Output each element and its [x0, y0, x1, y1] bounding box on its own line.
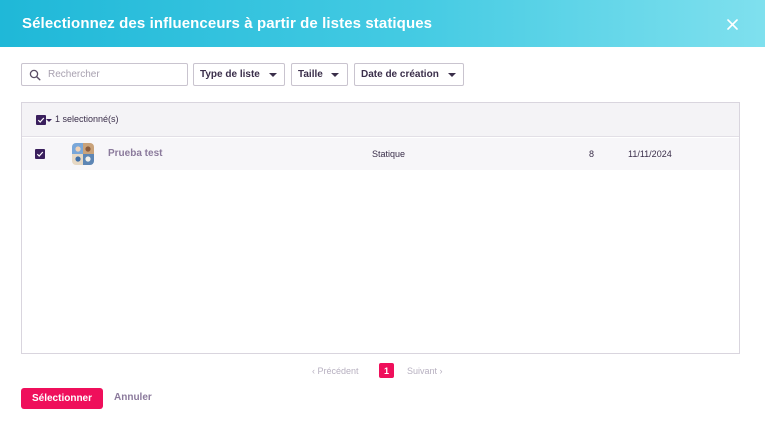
chevron-down-icon	[331, 73, 339, 77]
pagination-next-label: Suivant	[407, 366, 438, 376]
selected-count: 1 selectionné(s)	[55, 114, 119, 124]
table-row[interactable]: Prueba test Statique 8 11/11/2024	[22, 138, 739, 170]
filter-label: Taille	[298, 69, 323, 80]
modal-title: Sélectionnez des influenceurs à partir d…	[22, 15, 433, 32]
search-box	[21, 63, 188, 86]
filter-taille[interactable]: Taille	[291, 63, 348, 86]
row-checkbox[interactable]	[35, 149, 45, 159]
search-icon	[29, 69, 41, 81]
select-button[interactable]: Sélectionner	[21, 388, 103, 409]
filter-date-de-creation[interactable]: Date de création	[354, 63, 464, 86]
modal-header: Sélectionnez des influenceurs à partir d…	[0, 0, 765, 47]
select-menu-chevron-icon[interactable]	[46, 119, 52, 122]
search-input[interactable]	[48, 66, 184, 83]
close-icon	[726, 18, 738, 30]
list-type: Statique	[372, 149, 406, 159]
list-name[interactable]: Prueba test	[108, 148, 162, 159]
filter-label: Date de création	[361, 69, 439, 80]
pagination-next[interactable]: Suivant ›	[407, 366, 443, 376]
cancel-button[interactable]: Annuler	[114, 392, 152, 403]
chevron-right-icon: ›	[439, 366, 443, 376]
filter-type-de-liste[interactable]: Type de liste	[193, 63, 285, 86]
pagination-previous-label: Précédent	[317, 366, 359, 376]
select-all-checkbox[interactable]	[36, 115, 46, 125]
chevron-down-icon	[448, 73, 456, 77]
lists-table: 1 selectionné(s) Prueba test Statique 8 …	[21, 102, 740, 354]
list-avatar	[72, 143, 94, 165]
filter-label: Type de liste	[200, 69, 260, 80]
checkmark-icon	[37, 117, 45, 123]
pagination-page-current[interactable]: 1	[379, 363, 394, 378]
list-date: 11/11/2024	[628, 149, 672, 159]
chevron-left-icon: ‹	[312, 366, 315, 376]
pagination-previous[interactable]: ‹ Précédent	[312, 366, 359, 376]
modal-dialog: Sélectionnez des influenceurs à partir d…	[0, 0, 765, 423]
list-size: 8	[589, 149, 595, 159]
close-button[interactable]	[722, 14, 742, 34]
chevron-down-icon	[269, 73, 277, 77]
table-header: 1 selectionné(s)	[22, 103, 739, 137]
checkmark-icon	[36, 151, 44, 157]
